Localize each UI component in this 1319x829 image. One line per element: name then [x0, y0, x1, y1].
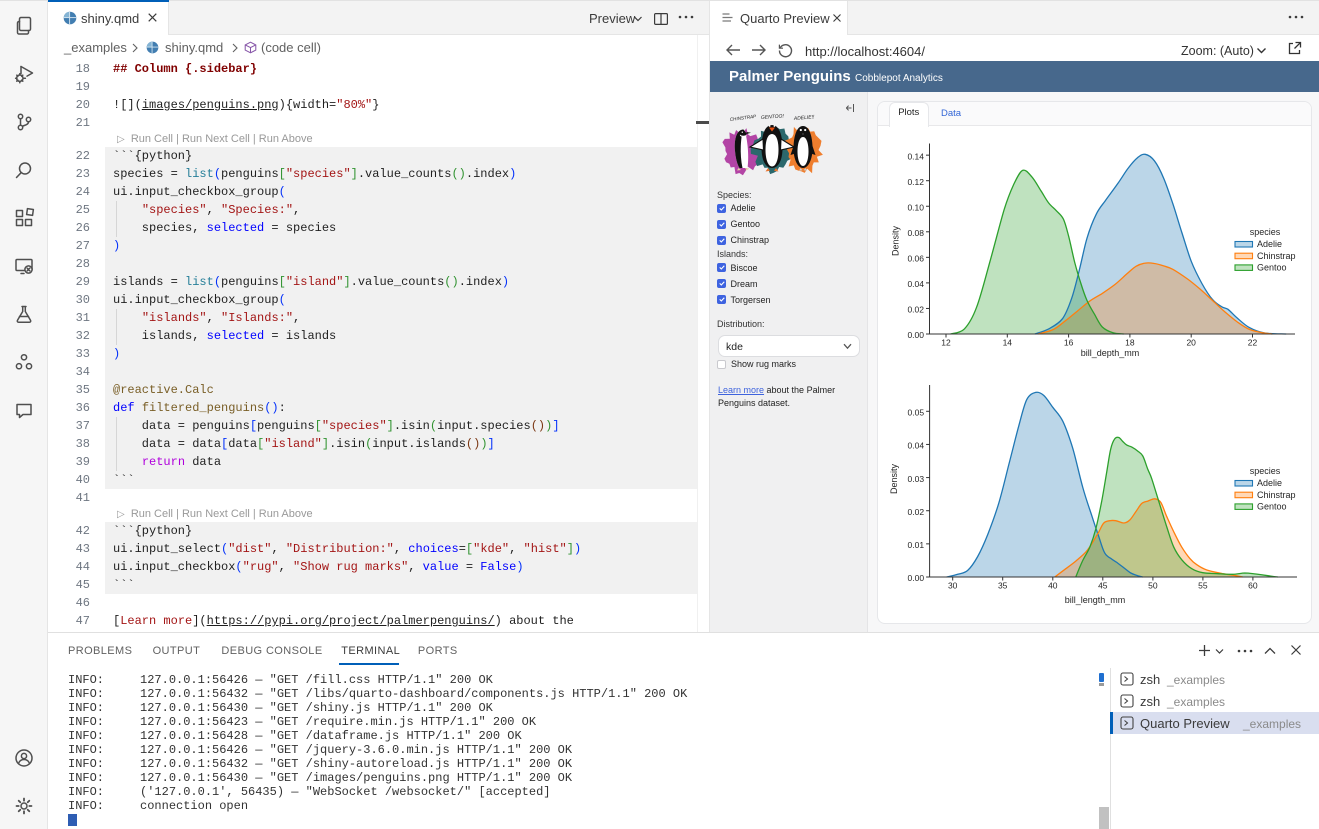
svg-text:Density: Density — [891, 225, 901, 256]
svg-text:0.04: 0.04 — [907, 279, 924, 289]
svg-text:CHINSTRAP: CHINSTRAP — [730, 114, 758, 122]
svg-text:Chinstrap: Chinstrap — [1257, 490, 1296, 500]
svg-text:55: 55 — [1198, 581, 1208, 591]
svg-text:0.02: 0.02 — [907, 305, 924, 315]
svg-text:40: 40 — [1048, 581, 1058, 591]
svg-text:Density: Density — [889, 463, 899, 494]
svg-text:35: 35 — [998, 581, 1008, 591]
svg-text:0.10: 0.10 — [907, 202, 924, 212]
svg-text:0.03: 0.03 — [908, 474, 925, 484]
svg-text:species: species — [1250, 227, 1281, 237]
svg-text:Gentoo: Gentoo — [1257, 263, 1287, 273]
svg-text:20: 20 — [1186, 338, 1196, 348]
svg-text:0.02: 0.02 — [908, 507, 925, 517]
svg-text:ADELIE!!: ADELIE!! — [793, 114, 816, 122]
svg-text:12: 12 — [941, 338, 951, 348]
svg-text:Adelie: Adelie — [1257, 239, 1282, 249]
svg-text:bill_depth_mm: bill_depth_mm — [1081, 348, 1140, 358]
svg-text:30: 30 — [948, 581, 958, 591]
svg-text:0.06: 0.06 — [907, 254, 924, 264]
svg-text:Gentoo: Gentoo — [1257, 502, 1287, 512]
svg-text:GENTOO!: GENTOO! — [761, 113, 785, 121]
svg-text:0.00: 0.00 — [907, 330, 924, 340]
svg-text:Chinstrap: Chinstrap — [1257, 251, 1296, 261]
svg-text:45: 45 — [1098, 581, 1108, 591]
svg-text:0.05: 0.05 — [908, 408, 925, 418]
svg-text:0.04: 0.04 — [908, 441, 925, 451]
svg-text:0.01: 0.01 — [908, 540, 925, 550]
svg-text:0.12: 0.12 — [907, 177, 924, 187]
svg-text:species: species — [1250, 466, 1281, 476]
svg-text:0.08: 0.08 — [907, 228, 924, 238]
svg-text:0.14: 0.14 — [907, 151, 924, 161]
svg-text:Adelie: Adelie — [1257, 478, 1282, 488]
svg-text:bill_length_mm: bill_length_mm — [1065, 595, 1126, 605]
svg-text:0.00: 0.00 — [908, 573, 925, 583]
svg-text:16: 16 — [1064, 338, 1074, 348]
svg-text:50: 50 — [1148, 581, 1158, 591]
svg-text:14: 14 — [1003, 338, 1013, 348]
svg-text:60: 60 — [1248, 581, 1258, 591]
svg-text:18: 18 — [1125, 338, 1135, 348]
svg-text:22: 22 — [1248, 338, 1258, 348]
